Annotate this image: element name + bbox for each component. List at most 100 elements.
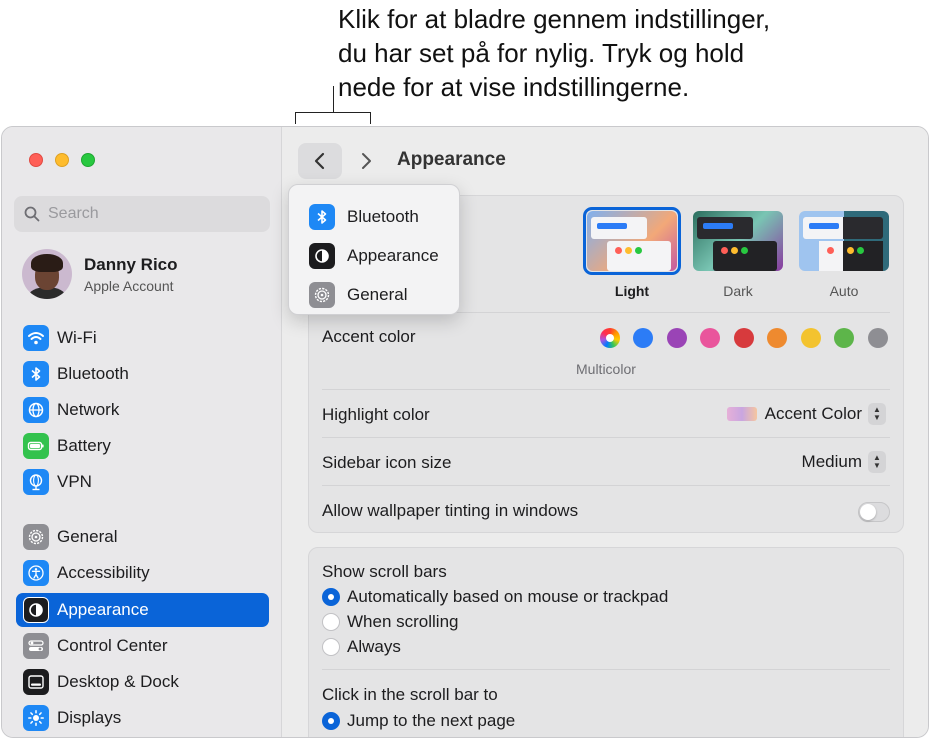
radio-label: Always — [347, 637, 401, 656]
minimize-window-button[interactable] — [55, 153, 69, 167]
accent-red-swatch[interactable] — [734, 328, 754, 348]
accent-multicolor-swatch[interactable] — [600, 328, 620, 348]
chevron-left-icon — [314, 152, 325, 170]
accent-yellow-swatch[interactable] — [801, 328, 821, 348]
battery-icon — [23, 433, 49, 459]
accent-graphite-swatch[interactable] — [868, 328, 888, 348]
accent-purple-swatch[interactable] — [667, 328, 687, 348]
search-field[interactable] — [14, 196, 270, 232]
settings-window: Danny Rico Apple Account Wi-Fi Bluetooth… — [1, 126, 929, 738]
scroll-bars-when-scrolling-radio[interactable]: When scrolling — [322, 612, 459, 632]
divider — [322, 389, 890, 390]
back-button[interactable] — [298, 143, 342, 179]
accent-selected-caption: Multicolor — [576, 361, 636, 377]
highlight-color-preview — [726, 407, 757, 421]
radio-label: When scrolling — [347, 612, 459, 631]
radio-button[interactable] — [322, 613, 340, 631]
accent-color-label: Accent color — [322, 327, 416, 346]
history-menu-item-label: Bluetooth — [347, 206, 419, 226]
account-item[interactable]: Danny Rico Apple Account — [22, 249, 178, 299]
wallpaper-tinting-label: Allow wallpaper tinting in windows — [322, 501, 579, 520]
sidebar-icon-size-popup[interactable]: Medium ▲ ▼ — [802, 451, 886, 473]
sidebar-item-wifi[interactable]: Wi-Fi — [16, 321, 269, 355]
sun-icon — [23, 705, 49, 731]
callout-line-1: Klik for at bladre gennem indstillinger, — [338, 4, 771, 34]
close-window-button[interactable] — [29, 153, 43, 167]
wifi-icon — [23, 325, 49, 351]
appearance-light-label: Light — [614, 283, 650, 299]
accent-pink-swatch[interactable] — [700, 328, 720, 348]
sidebar-item-displays[interactable]: Displays — [16, 701, 269, 735]
scroll-click-next-page-radio[interactable]: Jump to the next page — [322, 711, 515, 731]
highlight-color-popup[interactable]: Accent Color ▲ ▼ — [726, 403, 886, 425]
callout-pointer-line — [333, 86, 334, 113]
show-scroll-bars-label: Show scroll bars — [322, 562, 447, 581]
sidebar-item-label: Wi-Fi — [57, 328, 97, 347]
sidebar-item-label: Network — [57, 400, 120, 419]
appearance-light-thumbnail[interactable] — [587, 211, 677, 271]
accessibility-icon — [23, 560, 49, 586]
radio-button[interactable] — [322, 638, 340, 656]
appearance-icon — [309, 242, 335, 269]
sidebar-item-appearance[interactable]: Appearance — [16, 593, 269, 627]
appearance-auto-thumbnail[interactable] — [799, 211, 889, 271]
account-subtitle: Apple Account — [84, 277, 174, 294]
radio-button[interactable] — [322, 712, 340, 730]
chevron-right-icon — [362, 153, 371, 169]
sidebar-item-battery[interactable]: Battery — [16, 429, 269, 463]
dock-icon — [23, 669, 49, 695]
sidebar-item-label: Desktop & Dock — [57, 672, 179, 691]
sidebar: Danny Rico Apple Account Wi-Fi Bluetooth… — [2, 127, 282, 737]
sidebar-icon-size-label: Sidebar icon size — [322, 453, 452, 472]
wallpaper-tinting-toggle[interactable] — [858, 502, 890, 522]
accent-green-swatch[interactable] — [834, 328, 854, 348]
sidebar-item-label: Displays — [57, 708, 122, 727]
radio-label: Automatically based on mouse or trackpad — [347, 587, 669, 606]
sidebar-item-control-center[interactable]: Control Center — [16, 629, 269, 663]
appearance-icon — [23, 597, 49, 623]
sidebar-item-general[interactable]: General — [16, 520, 269, 554]
callout-text: Klik for at bladre gennem indstillinger,… — [338, 2, 918, 104]
appearance-auto-label: Auto — [829, 283, 859, 299]
sidebar-item-label: Accessibility — [57, 563, 150, 582]
control-center-icon — [23, 633, 49, 659]
search-input[interactable] — [48, 205, 248, 223]
vpn-icon — [23, 469, 49, 495]
sidebar-item-vpn[interactable]: VPN — [16, 465, 269, 499]
gear-icon — [309, 281, 335, 308]
sidebar-item-label: Control Center — [57, 636, 168, 655]
zoom-window-button[interactable] — [81, 153, 95, 167]
sidebar-item-network[interactable]: Network — [16, 393, 269, 427]
history-menu-item-appearance[interactable]: Appearance — [289, 236, 459, 275]
sidebar-item-label: Battery — [57, 436, 111, 455]
divider — [322, 437, 890, 438]
bluetooth-icon — [309, 203, 335, 230]
avatar — [22, 249, 72, 299]
history-menu: Bluetooth Appearance General — [288, 184, 460, 315]
up-down-chevron-icon: ▲ ▼ — [868, 403, 886, 425]
history-menu-item-general[interactable]: General — [289, 275, 459, 314]
scroll-bars-automatic-radio[interactable]: Automatically based on mouse or trackpad — [322, 587, 668, 607]
radio-button[interactable] — [322, 588, 340, 606]
up-down-chevron-icon: ▲ ▼ — [868, 451, 886, 473]
scroll-bars-always-radio[interactable]: Always — [322, 637, 401, 657]
appearance-dark-thumbnail[interactable] — [693, 211, 783, 271]
accent-orange-swatch[interactable] — [767, 328, 787, 348]
callout-line-2: du har set på for nylig. Tryk og hold — [338, 38, 745, 68]
sidebar-item-desktop-dock[interactable]: Desktop & Dock — [16, 665, 269, 699]
appearance-dark-label: Dark — [723, 283, 753, 299]
sidebar-item-label: Bluetooth — [57, 364, 129, 383]
bluetooth-icon — [23, 361, 49, 387]
page-title: Appearance — [397, 149, 506, 170]
history-menu-item-label: Appearance — [347, 245, 439, 265]
sidebar-item-bluetooth[interactable]: Bluetooth — [16, 357, 269, 391]
history-menu-item-bluetooth[interactable]: Bluetooth — [289, 197, 459, 236]
globe-icon — [23, 397, 49, 423]
sidebar-item-accessibility[interactable]: Accessibility — [16, 556, 269, 590]
accent-blue-swatch[interactable] — [633, 328, 653, 348]
highlight-color-label: Highlight color — [322, 405, 430, 424]
divider — [322, 485, 890, 486]
sidebar-item-label: General — [57, 527, 118, 546]
highlight-color-value: Accent Color — [764, 404, 862, 423]
forward-button[interactable] — [348, 143, 384, 179]
